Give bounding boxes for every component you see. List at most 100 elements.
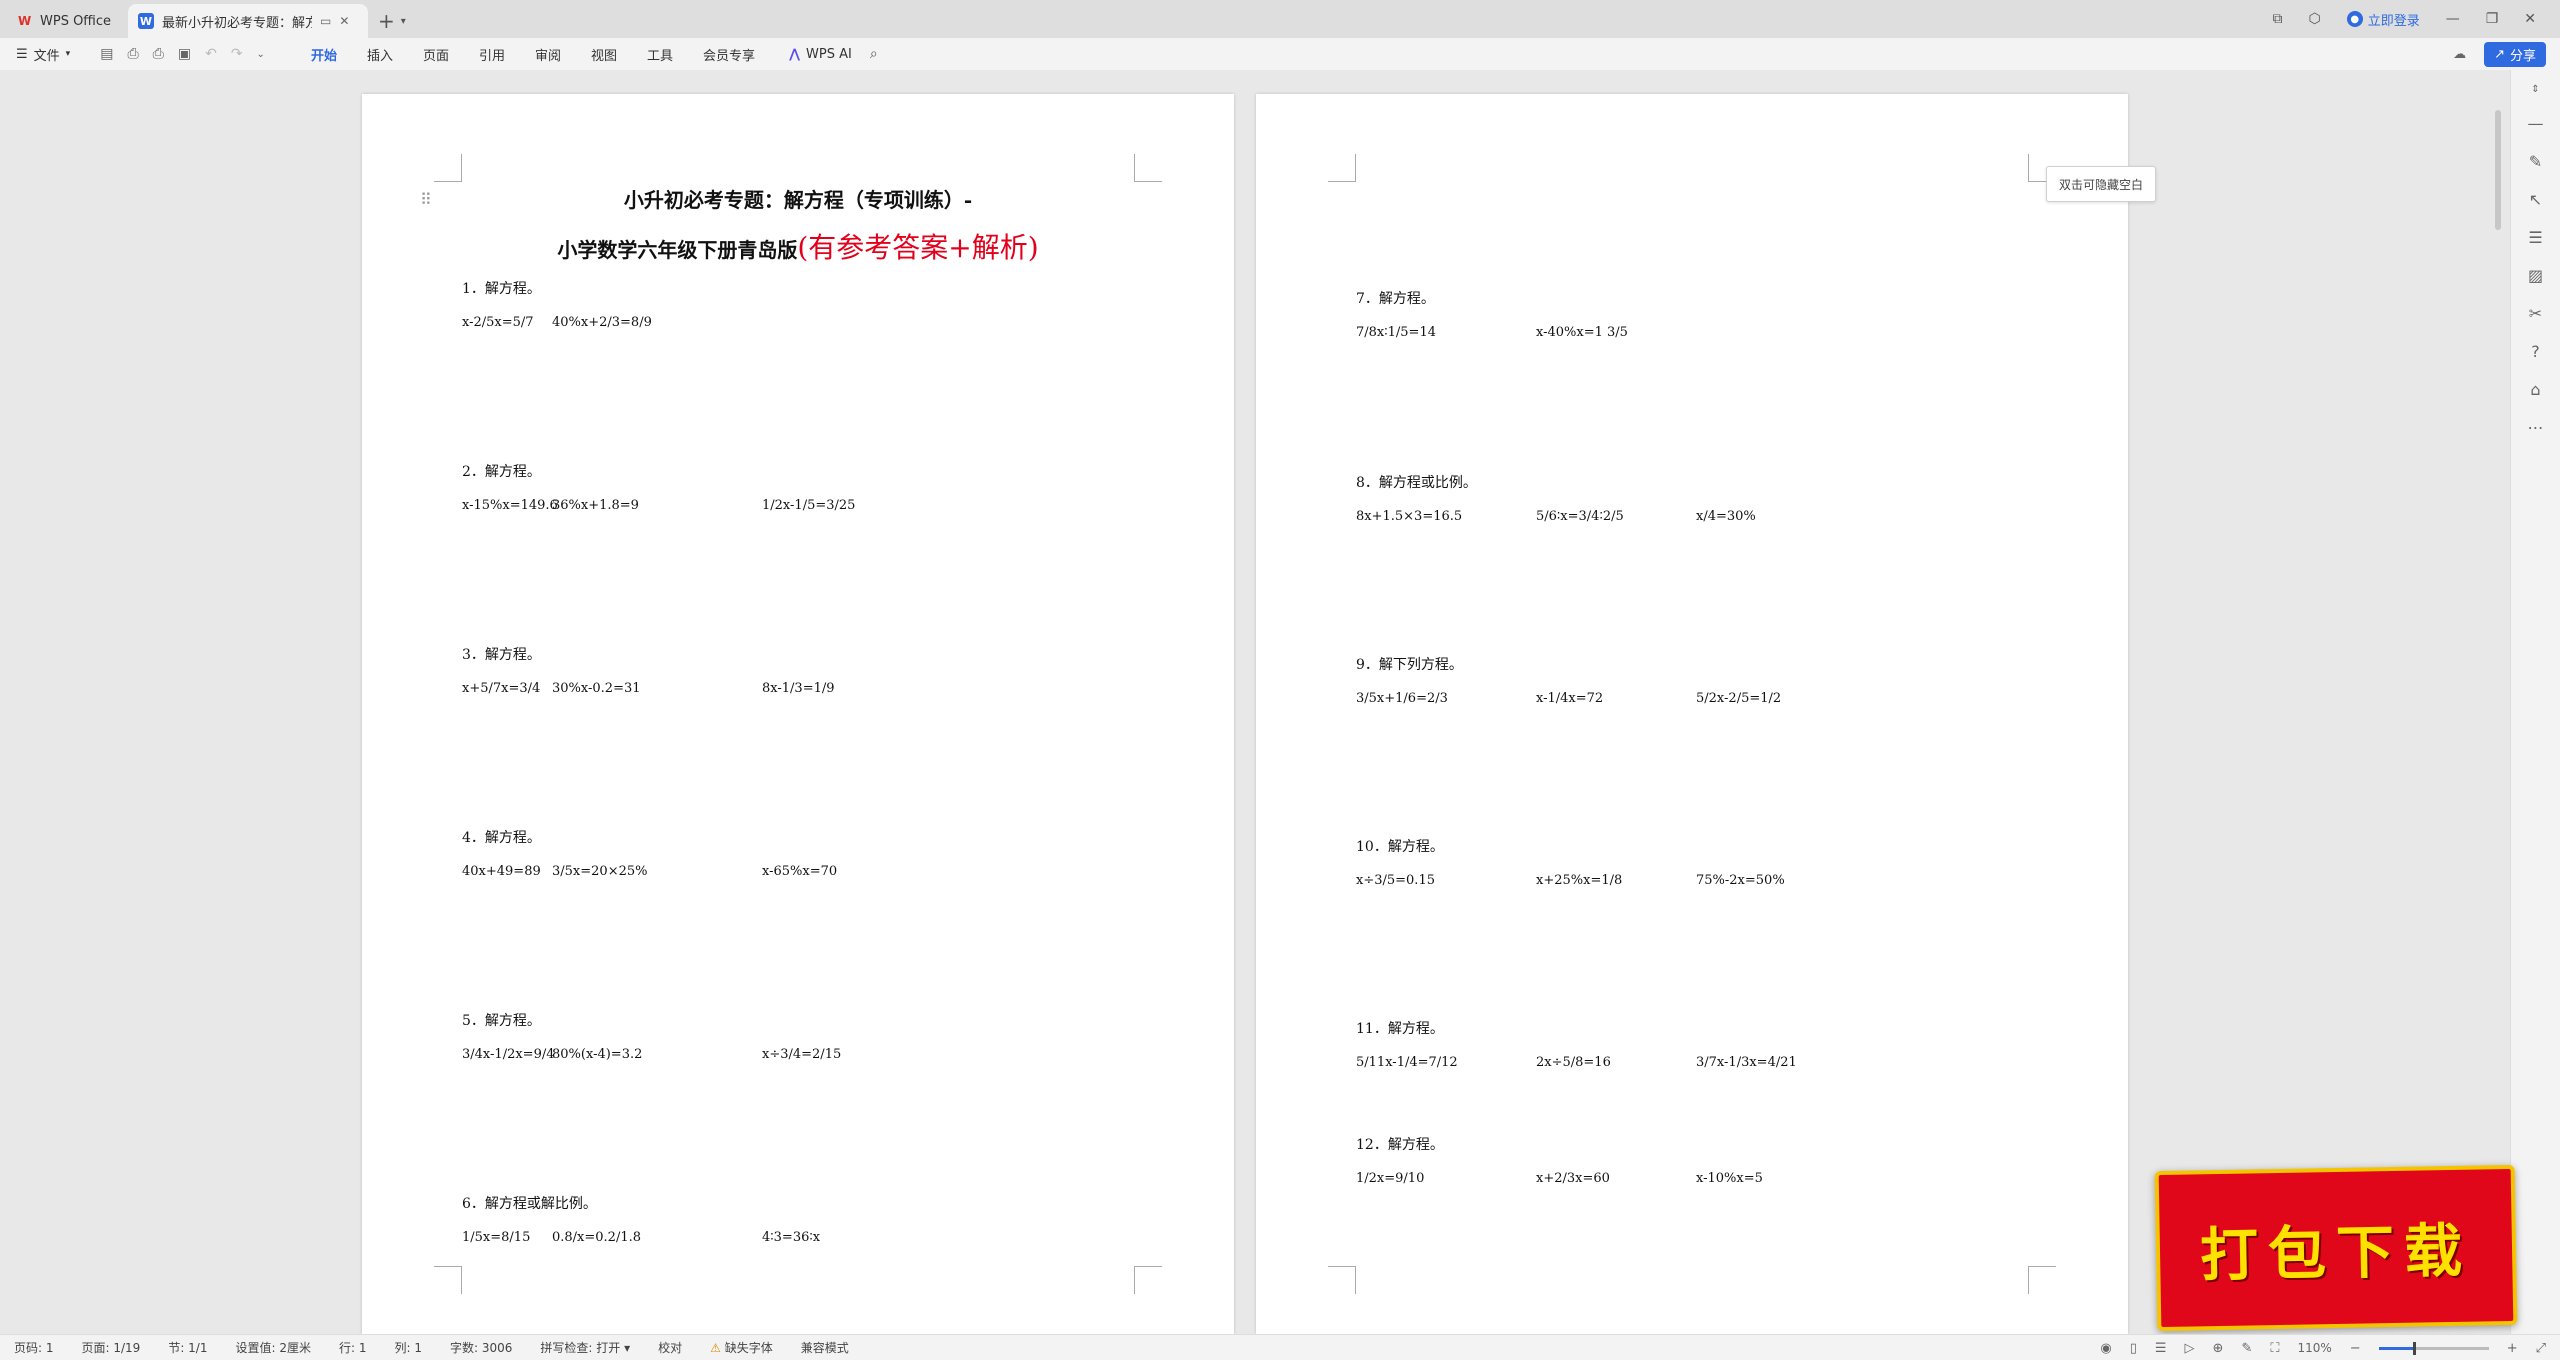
tab-close-icon[interactable]: ✕	[339, 14, 349, 28]
hide-blank-tooltip[interactable]: 双击可隐藏空白	[2046, 166, 2157, 202]
fit-page-icon[interactable]: ⛶	[2270, 1341, 2279, 1356]
doc-title-line1: 小升初必考专题：解方程（专项训练）-	[623, 188, 973, 212]
more-chevron-icon[interactable]: ⌄	[257, 49, 265, 60]
play-icon[interactable]: ▷	[2185, 1341, 2195, 1356]
more-icon[interactable]: ⋯	[2528, 418, 2544, 437]
question-label: 5．解方程。	[462, 1013, 541, 1029]
equation: 80%(x-4)=3.2	[552, 1046, 643, 1062]
search-icon[interactable]: ⌕	[870, 46, 878, 62]
scrollbar-thumb[interactable]	[2495, 110, 2501, 230]
redo-icon[interactable]: ↷	[231, 46, 243, 62]
settings-sliders-icon[interactable]: ☰	[2528, 228, 2542, 247]
equation: 1/2x=9/10	[1356, 1170, 1425, 1186]
tab-review[interactable]: 审阅	[535, 41, 561, 68]
share-button[interactable]: ↗ 分享	[2484, 42, 2546, 67]
tab-tools[interactable]: 工具	[647, 41, 673, 68]
print-icon[interactable]: ⎙	[153, 46, 164, 62]
equation-row: x÷3/5=0.15 x+25%x=1/8 75%-2x=50%	[1356, 860, 2036, 900]
document-canvas[interactable]: ⠿ 小升初必考专题：解方程（专项训练）- 小学数学六年级下册青岛版(有参考答案+…	[0, 70, 2510, 1334]
tab-references[interactable]: 引用	[479, 41, 505, 68]
equation: 3/5x+1/6=2/3	[1356, 690, 1448, 706]
question-label: 2．解方程。	[462, 464, 541, 480]
zoom-in-icon[interactable]: +	[2507, 1341, 2518, 1356]
zoom-slider[interactable]	[2378, 1341, 2489, 1355]
shirt-icon[interactable]: ⌂	[2530, 380, 2540, 399]
status-setting[interactable]: 设置值: 2厘米	[221, 1339, 325, 1356]
chevron-down-icon[interactable]: ▾	[401, 16, 406, 27]
undo-icon[interactable]: ↶	[205, 46, 217, 62]
share-icon: ↗	[2494, 47, 2505, 62]
restore-icon[interactable]: ❐	[2486, 11, 2499, 27]
print-preview-icon[interactable]: ▣	[178, 46, 191, 62]
minus-icon[interactable]: —	[2528, 114, 2544, 133]
equation-row: x+5/7x=3/4 30%x-0.2=31 8x-1/3=1/9	[462, 668, 1142, 708]
status-page[interactable]: 页码: 1	[0, 1339, 68, 1356]
tab-member[interactable]: 会员专享	[703, 41, 755, 68]
image-check-icon[interactable]: ▨	[2528, 266, 2543, 285]
document-page-2[interactable]: 7．解方程。 7/8x∶1/5=14 x-40%x=1 3/5 8．解方程或比例。 8x…	[1256, 94, 2128, 1334]
tab-comment-icon[interactable]: ▭	[320, 14, 331, 28]
zoom-out-icon[interactable]: −	[2350, 1341, 2361, 1356]
tools-icon[interactable]: ✂	[2529, 304, 2542, 323]
doc-title-red: (有参考答案+解析)	[797, 231, 1039, 264]
equation-row: 3/5x+1/6=2/3 x-1/4x=72 5/2x-2/5=1/2	[1356, 678, 2036, 718]
pen-icon[interactable]: ✎	[2529, 152, 2542, 171]
pen-mode-icon[interactable]: ✎	[2241, 1341, 2252, 1356]
missing-font-label: 缺失字体	[724, 1341, 773, 1355]
zoom-level[interactable]: 110%	[2297, 1341, 2331, 1355]
login-link[interactable]: ● 立即登录	[2346, 10, 2420, 29]
export-pdf-icon[interactable]: ⎙	[127, 46, 138, 62]
tab-home-label: WPS Office	[40, 13, 112, 29]
document-page-1[interactable]: ⠿ 小升初必考专题：解方程（专项训练）- 小学数学六年级下册青岛版(有参考答案+…	[362, 94, 1234, 1334]
equation: 5/2x-2/5=1/2	[1696, 690, 1782, 706]
window-close-icon[interactable]: ✕	[2524, 11, 2536, 27]
page-view-icon[interactable]: ▯	[2130, 1341, 2137, 1356]
status-section[interactable]: 节: 1/1	[154, 1339, 221, 1356]
status-col[interactable]: 列: 1	[380, 1339, 436, 1356]
equation-row: 40x+49=89 3/5x=20×25% x-65%x=70	[462, 851, 1142, 891]
help-icon[interactable]: ?	[2531, 342, 2540, 361]
outline-view-icon[interactable]: ☰	[2155, 1341, 2167, 1356]
cube-icon[interactable]: ⬡	[2308, 11, 2320, 27]
spell-check-toggle[interactable]: 拼写检查: 打开 ▾	[526, 1339, 644, 1356]
equation: x-1/4x=72	[1536, 690, 1604, 706]
question-label: 12．解方程。	[1356, 1137, 1444, 1153]
fullscreen-icon[interactable]: ⤢	[2536, 1341, 2546, 1356]
eye-protect-icon[interactable]: ◉	[2100, 1341, 2111, 1356]
status-bar: 页码: 1 页面: 1/19 节: 1/1 设置值: 2厘米 行: 1 列: 1…	[0, 1334, 2560, 1360]
status-row[interactable]: 行: 1	[325, 1339, 381, 1356]
minimize-icon[interactable]: —	[2446, 11, 2460, 27]
save-icon[interactable]: ▤	[100, 46, 113, 62]
question-label: 1．解方程。	[462, 281, 541, 297]
tab-wps-office[interactable]: W WPS Office	[8, 4, 128, 38]
vertical-scrollbar[interactable]	[2490, 70, 2510, 1334]
equation-row: 7/8x∶1/5=14 x-40%x=1 3/5	[1356, 312, 2036, 352]
tab-insert[interactable]: 插入	[367, 41, 393, 68]
select-icon[interactable]: ↖	[2529, 190, 2542, 209]
cloud-icon[interactable]: ☁	[2453, 47, 2466, 62]
equation: 40%x+2/3=8/9	[552, 314, 652, 330]
download-banner[interactable]: 打包下载	[2154, 1164, 2518, 1332]
tab-home-start[interactable]: 开始	[310, 41, 337, 72]
wps-ai-button[interactable]: ⋀ WPS AI	[789, 47, 852, 62]
tab-page[interactable]: 页面	[423, 41, 449, 68]
proofread-button[interactable]: 校对	[644, 1339, 696, 1356]
margin-mark	[434, 154, 462, 182]
sidebar-collapse-icon[interactable]: ⇕	[2531, 84, 2539, 95]
status-pages[interactable]: 页面: 1/19	[68, 1339, 155, 1356]
new-tab-button[interactable]: + ▾	[378, 6, 406, 36]
equation-row: x-15%x=149.6 36%x+1.8=9 1/2x-1/5=3/25	[462, 485, 1142, 525]
status-right-controls: ◉ ▯ ☰ ▷ ⊕ ✎ ⛶ 110% − + ⤢	[2100, 1335, 2546, 1360]
web-view-icon[interactable]: ⊕	[2213, 1341, 2224, 1356]
window-layout-icon[interactable]: ⧉	[2272, 11, 2282, 27]
file-menu-button[interactable]: ☰ 文件 ▾	[16, 45, 70, 64]
tab-document[interactable]: W 最新小升初必考专题：解方程 ▭ ✕	[128, 4, 368, 38]
tab-view[interactable]: 视图	[591, 41, 617, 68]
question-label: 9．解下列方程。	[1356, 657, 1463, 673]
title-right-controls: ⧉ ⬡ ● 立即登录 — ❐ ✕	[2272, 0, 2560, 38]
spell-label: 拼写检查: 打开	[540, 1341, 621, 1355]
status-words[interactable]: 字数: 3006	[436, 1339, 526, 1356]
zoom-slider-knob[interactable]	[2412, 1341, 2416, 1355]
missing-font-button[interactable]: ⚠ 缺失字体	[696, 1339, 787, 1356]
hamburger-icon: ☰	[16, 46, 28, 62]
